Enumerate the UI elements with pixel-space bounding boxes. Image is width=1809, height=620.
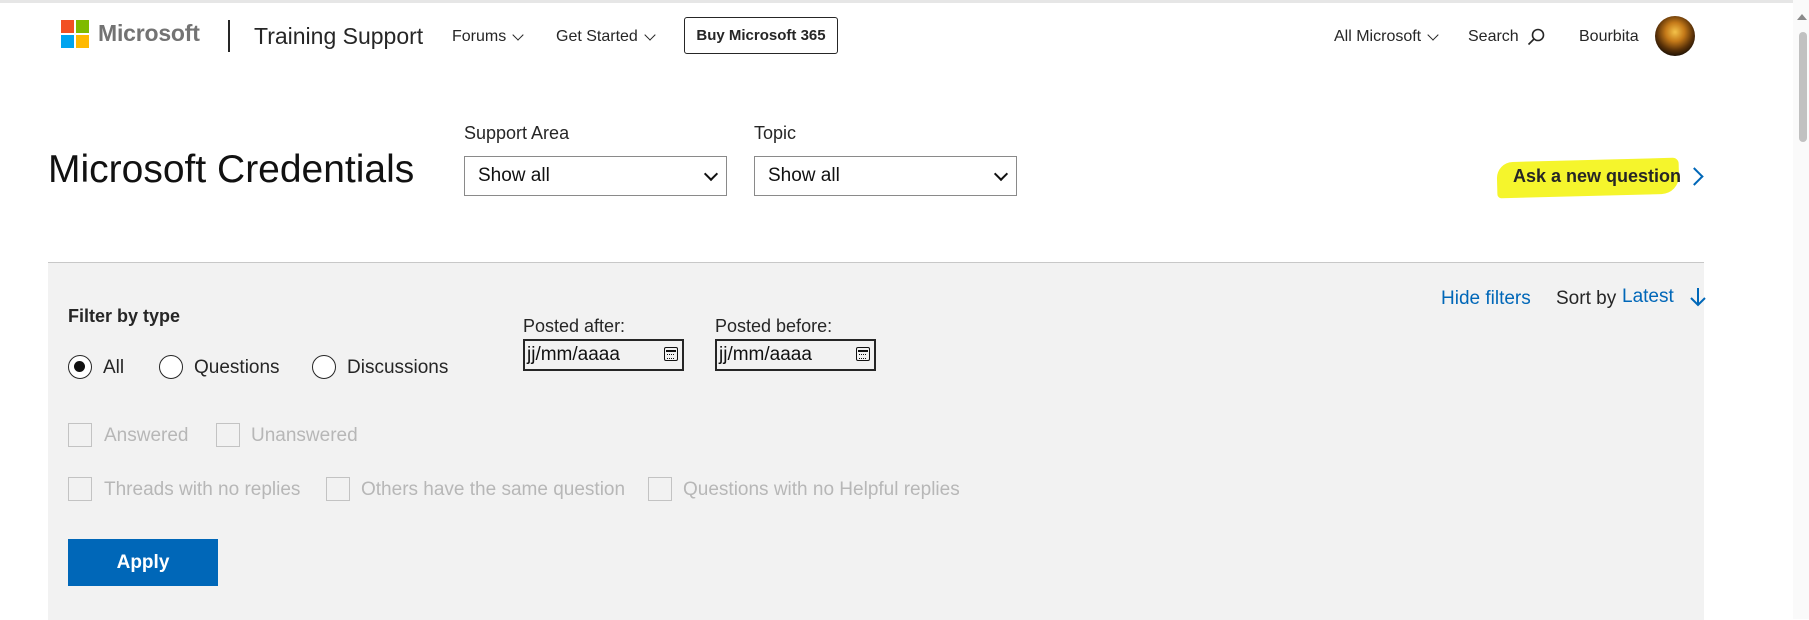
site-title[interactable]: Training Support: [254, 23, 423, 50]
nav-get-started-label: Get Started: [556, 28, 638, 45]
search-button[interactable]: Search: [1468, 28, 1545, 46]
radio-all-label: All: [103, 357, 125, 378]
hide-filters-link[interactable]: Hide filters: [1441, 288, 1531, 310]
chevron-right-icon[interactable]: [1685, 167, 1704, 186]
avatar[interactable]: [1655, 16, 1695, 56]
page-title: Microsoft Credentials: [48, 148, 415, 191]
checkbox-answered[interactable]: [68, 423, 92, 447]
all-microsoft-label: All Microsoft: [1334, 28, 1422, 45]
apply-button[interactable]: Apply: [68, 539, 218, 586]
checkbox-answered-label: Answered: [104, 425, 189, 446]
brand-name[interactable]: Microsoft: [98, 20, 200, 47]
support-area-select[interactable]: Show all: [464, 156, 727, 196]
search-label: Search: [1468, 28, 1519, 45]
sort-by-value[interactable]: Latest: [1622, 286, 1674, 308]
posted-after-label: Posted after:: [523, 316, 626, 336]
chevron-down-icon: [993, 166, 1009, 181]
chevron-down-icon: [1427, 29, 1439, 41]
buy-microsoft-365-button[interactable]: Buy Microsoft 365: [684, 17, 838, 54]
topic-label: Topic: [754, 123, 797, 143]
all-microsoft-menu[interactable]: All Microsoft: [1334, 28, 1439, 46]
user-name[interactable]: Bourbita: [1579, 28, 1639, 46]
ask-new-question-link[interactable]: Ask a new question: [1513, 166, 1681, 187]
radio-discussions-label: Discussions: [347, 357, 449, 378]
radio-questions-label: Questions: [194, 357, 280, 378]
nav-forums[interactable]: Forums: [452, 28, 524, 46]
top-border: [0, 0, 1809, 3]
posted-before-value: jj/mm/aaaa: [719, 344, 812, 365]
scrollbar-thumb[interactable]: [1799, 32, 1807, 142]
chevron-down-icon: [644, 29, 656, 41]
sort-by-label: Sort by: [1556, 288, 1617, 309]
calendar-icon[interactable]: [664, 347, 678, 361]
radio-questions[interactable]: [159, 355, 183, 379]
radio-discussions[interactable]: [312, 355, 336, 379]
topic-value: Show all: [768, 165, 840, 186]
arrow-down-icon[interactable]: [1688, 286, 1708, 308]
calendar-icon[interactable]: [856, 347, 870, 361]
checkbox-no-helpful-label: Questions with no Helpful replies: [683, 479, 960, 500]
user-name-label: Bourbita: [1579, 28, 1639, 45]
brand-divider: [228, 20, 230, 52]
checkbox-unanswered[interactable]: [216, 423, 240, 447]
checkbox-same-question-label: Others have the same question: [361, 479, 626, 500]
checkbox-no-replies[interactable]: [68, 477, 92, 501]
filter-by-type-label: Filter by type: [68, 306, 181, 326]
nav-get-started[interactable]: Get Started: [556, 28, 656, 46]
search-icon: [1527, 28, 1545, 46]
support-area-label: Support Area: [464, 123, 570, 143]
nav-forums-label: Forums: [452, 28, 507, 45]
scroll-up-icon[interactable]: [1797, 14, 1807, 20]
microsoft-logo-icon[interactable]: [61, 20, 89, 48]
checkbox-same-question[interactable]: [326, 477, 350, 501]
checkbox-unanswered-label: Unanswered: [251, 425, 358, 446]
posted-before-label: Posted before:: [715, 316, 833, 336]
support-area-value: Show all: [478, 165, 550, 186]
checkbox-no-replies-label: Threads with no replies: [104, 479, 301, 500]
chevron-down-icon: [512, 29, 524, 41]
radio-all[interactable]: [68, 355, 92, 379]
posted-after-value: jj/mm/aaaa: [527, 344, 620, 365]
topic-select[interactable]: Show all: [754, 156, 1017, 196]
chevron-down-icon: [703, 166, 719, 181]
posted-before-input[interactable]: jj/mm/aaaa: [715, 339, 876, 371]
checkbox-no-helpful[interactable]: [648, 477, 672, 501]
posted-after-input[interactable]: jj/mm/aaaa: [523, 339, 684, 371]
